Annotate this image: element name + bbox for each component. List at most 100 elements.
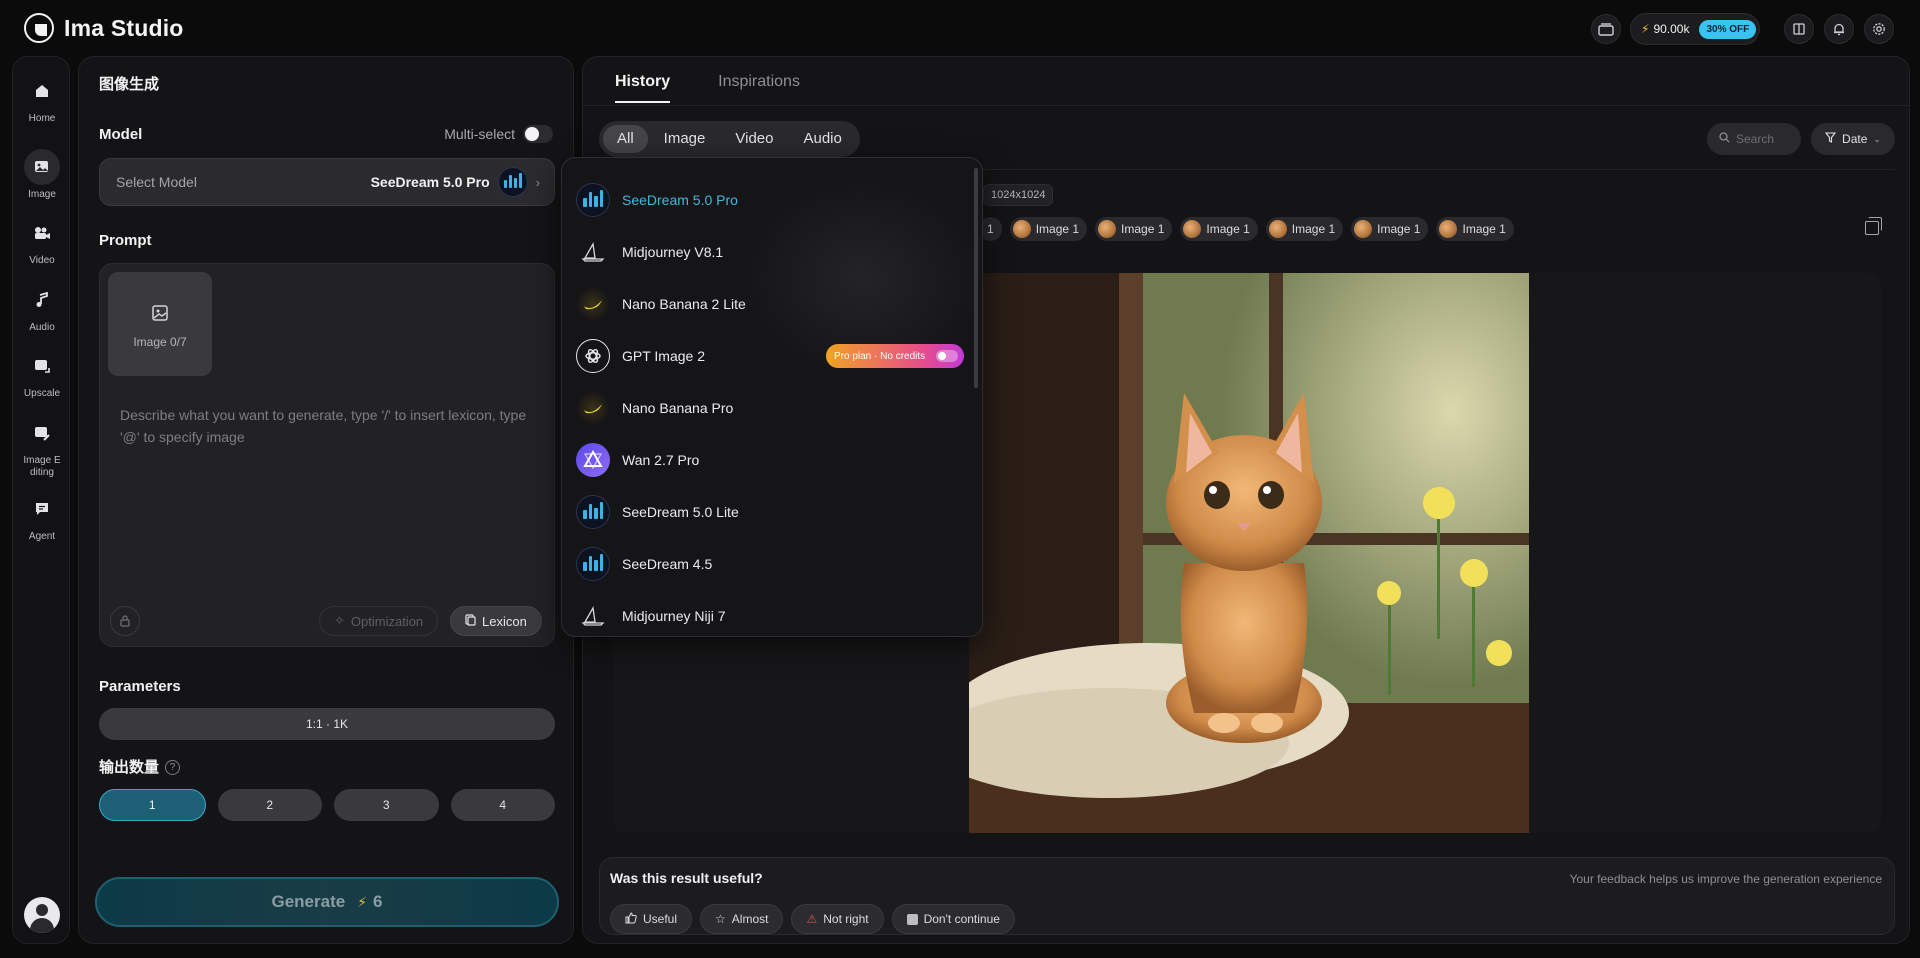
pro-plan-tag[interactable]: Pro plan · No credits (826, 344, 964, 368)
tab-inspirations[interactable]: Inspirations (718, 73, 800, 103)
filter-audio[interactable]: Audio (789, 125, 855, 153)
toggle-switch[interactable] (936, 350, 958, 362)
date-filter-button[interactable]: Date ⌄ (1811, 123, 1895, 155)
avatar[interactable] (24, 897, 60, 933)
feedback-note: Your feedback helps us improve the gener… (1569, 872, 1882, 886)
model-option[interactable]: Midjourney V8.1 (576, 232, 956, 272)
nav-upscale[interactable]: Upscale (13, 348, 71, 399)
size-chip: 1024x1024 (983, 184, 1054, 206)
prompt-box: Image 0/7 Describe what you want to gene… (99, 263, 555, 647)
wand-icon: ✧ (334, 613, 345, 628)
thumbnail (1268, 220, 1287, 238)
app-logo[interactable]: Ima Studio (24, 13, 184, 43)
nav-label: Audio (29, 322, 55, 333)
generated-image[interactable] (969, 273, 1529, 833)
thumbs-up-icon (625, 911, 637, 927)
not-right-button[interactable]: ⚠ Not right (791, 904, 884, 934)
nav-label: Agent (28, 531, 56, 542)
model-select-placeholder: Select Model (116, 174, 197, 190)
image-slot-label: Image 0/7 (133, 335, 187, 349)
generate-label: Generate (271, 892, 346, 911)
almost-button[interactable]: ☆ Almost (700, 904, 784, 934)
date-label: Date (1842, 132, 1868, 146)
generate-button[interactable]: Generate ⚡ 6 (95, 877, 559, 927)
help-icon[interactable]: ? (165, 760, 181, 775)
reference-chip[interactable]: Image 1 (1351, 217, 1429, 241)
warning-icon: ⚠ (806, 912, 818, 926)
banana-logo-icon (576, 287, 610, 321)
nav-image[interactable]: Image (13, 149, 71, 200)
nav-image-editing[interactable]: Image Editing (13, 415, 71, 479)
reference-chip[interactable]: Image 1 (1095, 217, 1173, 241)
search-icon (1719, 132, 1730, 146)
reference-chip[interactable]: Image 1 (1265, 217, 1344, 241)
seedream-logo-icon (576, 547, 610, 581)
count-option-3[interactable]: 3 (334, 789, 439, 821)
gallery-icon[interactable] (1591, 14, 1621, 44)
thumbnail (1354, 220, 1373, 238)
parameters-selector[interactable]: 1:1 · 1K (99, 708, 555, 740)
logo-icon (24, 13, 54, 43)
output-count-heading: 输出数量? (99, 756, 181, 777)
output-count-group: 1 2 3 4 (99, 789, 555, 821)
star-icon: ☆ (715, 912, 726, 926)
model-option[interactable]: SeeDream 5.0 Pro (576, 180, 956, 220)
lexicon-button[interactable]: Lexicon (450, 606, 542, 636)
multi-select-toggle[interactable]: Multi-select (444, 125, 553, 143)
count-option-4[interactable]: 4 (450, 789, 555, 821)
reference-chip[interactable]: Image 1 (1436, 217, 1514, 241)
image-icon (24, 149, 60, 185)
reference-chip[interactable]: Image 1 (1180, 217, 1258, 241)
model-select[interactable]: Select Model SeeDream 5.0 Pro › (99, 158, 555, 206)
seedream-logo-icon (497, 167, 528, 197)
image-upload-slot[interactable]: Image 0/7 (108, 272, 212, 376)
bolt-icon: ⚡ (357, 894, 368, 910)
search-input[interactable]: Search (1707, 123, 1801, 155)
nav-agent[interactable]: Agent (13, 491, 71, 542)
model-option[interactable]: Nano Banana Pro (576, 388, 956, 428)
wan-logo-icon (576, 443, 610, 477)
thumbnail (1183, 220, 1202, 238)
model-dropdown: SeeDream 5.0 Pro Midjourney V8.1 Nano Ba… (561, 157, 983, 637)
stop-icon (906, 913, 918, 925)
lock-icon[interactable] (110, 606, 140, 636)
credits-badge[interactable]: ⚡ 90.00k 30% OFF (1630, 13, 1760, 45)
dropdown-scrollbar[interactable] (974, 168, 978, 388)
parameters-heading: Parameters (99, 678, 181, 695)
prompt-input[interactable]: Describe what you want to generate, type… (120, 404, 540, 448)
nav-label: Image Editing (23, 455, 61, 478)
model-option[interactable]: SeeDream 4.5 (576, 544, 956, 584)
useful-button[interactable]: Useful (610, 904, 693, 934)
reference-chip[interactable]: Image 1 (1009, 217, 1088, 241)
bell-icon[interactable] (1824, 14, 1854, 44)
settings-icon[interactable] (1864, 14, 1894, 44)
app-title: Ima Studio (64, 14, 184, 41)
video-icon (24, 215, 60, 251)
filter-image[interactable]: Image (650, 125, 720, 153)
model-option[interactable]: GPT Image 2 Pro plan · No credits (576, 336, 964, 376)
tab-history[interactable]: History (615, 73, 671, 103)
book-icon[interactable] (1784, 14, 1814, 44)
toggle-switch[interactable] (523, 125, 553, 143)
history-tabs: History Inspirations (615, 73, 800, 103)
filter-all[interactable]: All (603, 125, 648, 153)
lexicon-label: Lexicon (482, 613, 527, 629)
count-option-1[interactable]: 1 (99, 789, 206, 821)
generate-cost: 6 (373, 892, 383, 911)
filter-video[interactable]: Video (721, 125, 787, 153)
model-option[interactable]: Midjourney Niji 7 (576, 596, 956, 636)
nav-video[interactable]: Video (13, 215, 71, 266)
model-option[interactable]: SeeDream 5.0 Lite (576, 492, 956, 532)
copy-icon[interactable] (1865, 217, 1882, 235)
model-option[interactable]: Nano Banana 2 Lite (576, 284, 956, 324)
optimization-button[interactable]: ✧ Optimization (319, 606, 439, 636)
nav-home[interactable]: Home (13, 73, 71, 124)
thumbnail (1098, 220, 1117, 238)
dont-continue-button[interactable]: Don't continue (891, 904, 1015, 934)
midjourney-logo-icon (576, 599, 610, 633)
model-heading: Model (99, 126, 143, 143)
nav-audio[interactable]: Audio (13, 282, 71, 333)
credits-value: 90.00k (1653, 22, 1690, 36)
count-option-2[interactable]: 2 (217, 789, 322, 821)
model-option[interactable]: Wan 2.7 Pro (576, 440, 956, 480)
